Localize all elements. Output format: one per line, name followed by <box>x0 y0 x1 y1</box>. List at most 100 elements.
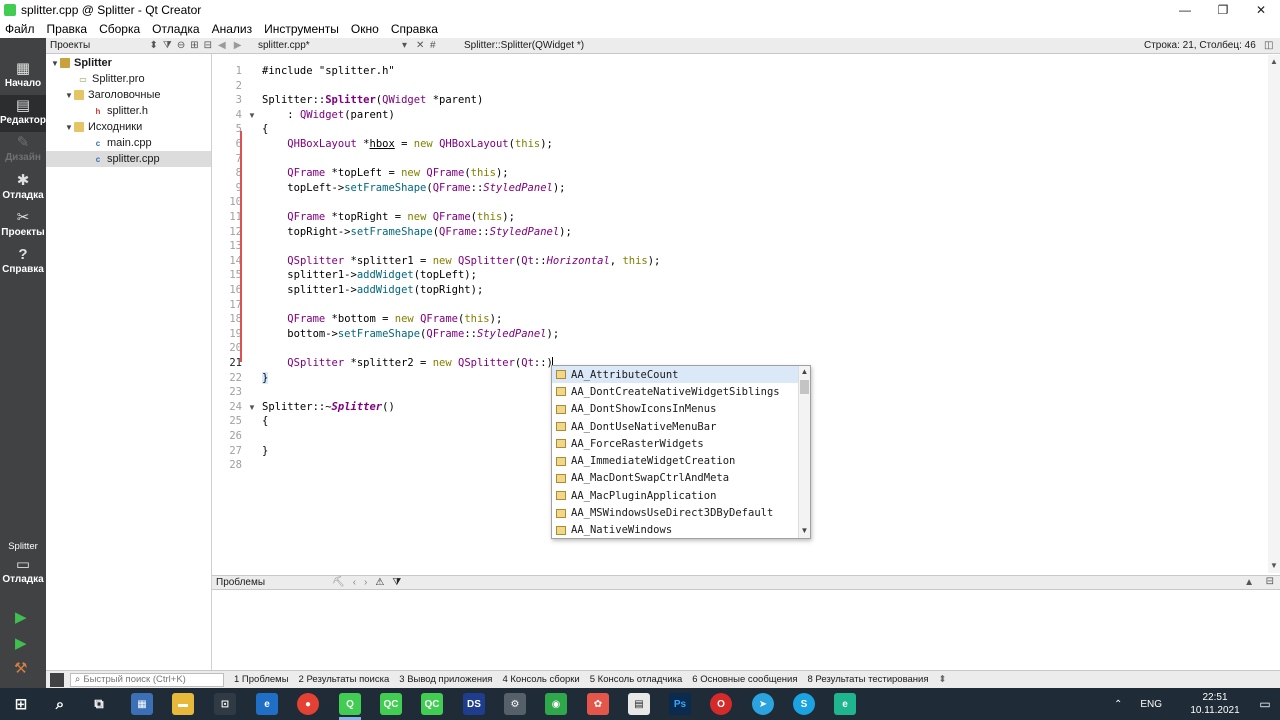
scroll-down-icon[interactable]: ▼ <box>799 526 810 535</box>
menu-debug[interactable]: Отладка <box>147 22 206 36</box>
notifications-icon[interactable]: ▭ <box>1250 697 1280 711</box>
menu-analyze[interactable]: Анализ <box>207 22 260 36</box>
next-item-icon[interactable]: › <box>364 577 367 588</box>
close-document-icon[interactable]: ✕ <box>416 40 430 51</box>
close-pane-icon[interactable]: ⊟ <box>204 40 212 51</box>
store-icon[interactable]: ⊡ <box>214 693 236 715</box>
search-icon[interactable]: ⌕ <box>49 693 71 715</box>
opera-icon[interactable]: O <box>710 693 732 715</box>
pane-test-results[interactable]: 8 Результаты тестирования <box>807 674 928 685</box>
menu-build[interactable]: Сборка <box>94 22 147 36</box>
pane-search-results[interactable]: 2 Результаты поиска <box>299 674 390 685</box>
expand-arrow-icon[interactable]: ▼ <box>50 59 60 68</box>
mode-design[interactable]: ✎ Дизайн <box>0 132 46 169</box>
tools-app-icon[interactable]: ⚙ <box>504 693 526 715</box>
menu-file[interactable]: Файл <box>0 22 42 36</box>
debug-run-icon[interactable]: ▶ <box>15 634 27 652</box>
fold-marker-icon[interactable]: ▼ <box>248 111 256 120</box>
completion-item[interactable]: AA_DontCreateNativeWidgetSiblings <box>552 383 798 400</box>
document-app-icon[interactable]: ▤ <box>628 693 650 715</box>
qt-creator-icon-3[interactable]: QC <box>421 693 443 715</box>
completion-item[interactable]: AA_AttributeCount <box>552 366 798 384</box>
scroll-thumb[interactable] <box>800 380 809 394</box>
problems-list[interactable] <box>212 590 1280 670</box>
menu-tools[interactable]: Инструменты <box>259 22 346 36</box>
windows-start-icon[interactable]: ⊞ <box>10 693 32 715</box>
editor-scrollbar[interactable]: ▲ ▼ <box>1268 55 1280 573</box>
clock[interactable]: 22:51 10.11.2021 <box>1180 691 1250 717</box>
mode-help[interactable]: ? Справка <box>0 244 46 281</box>
scroll-up-icon[interactable]: ▲ <box>799 367 810 376</box>
filter-icon[interactable]: ⧩ <box>392 577 401 588</box>
completion-scrollbar[interactable]: ▲ ▼ <box>798 366 810 538</box>
build-hammer-icon[interactable]: ⚒ <box>14 659 27 677</box>
expand-arrow-icon[interactable]: ▼ <box>64 123 74 132</box>
calculator-icon[interactable]: ▦ <box>131 693 153 715</box>
completion-item[interactable]: AA_MSWindowsUseDirect3DByDefault <box>552 504 798 521</box>
pane-application-output[interactable]: 3 Вывод приложения <box>399 674 492 685</box>
prev-item-icon[interactable]: ‹ <box>353 577 356 588</box>
tree-item-splitter-cpp[interactable]: c splitter.cpp <box>46 151 211 167</box>
scroll-up-icon[interactable]: ▲ <box>1270 57 1278 66</box>
projects-view-select[interactable]: Проекты <box>50 40 150 51</box>
pane-compile-output[interactable]: 4 Консоль сборки <box>502 674 579 685</box>
file-explorer-icon[interactable]: ▬ <box>172 693 194 715</box>
eset-icon[interactable]: e <box>834 693 856 715</box>
filter-icon[interactable]: ⧩ <box>163 40 172 51</box>
completion-item[interactable]: AA_DontUseNativeMenuBar <box>552 418 798 435</box>
tree-item-splitter-h[interactable]: h splitter.h <box>46 103 211 119</box>
menu-help[interactable]: Справка <box>386 22 445 36</box>
locator-input[interactable]: ⌕ Быстрый поиск (Ctrl+K) <box>70 672 224 687</box>
symbol-select[interactable]: Splitter::Splitter(QWidget *) <box>464 40 1144 51</box>
menu-edit[interactable]: Правка <box>42 22 95 36</box>
back-arrow-icon[interactable]: ◀ <box>218 40 226 51</box>
completion-item[interactable]: AA_ImmediateWidgetCreation <box>552 453 798 470</box>
warning-filter-icon[interactable]: ⚠ <box>375 577 384 588</box>
completion-item[interactable]: AA_DontShowIconsInMenus <box>552 401 798 418</box>
split-icon[interactable]: ⊞ <box>190 40 198 51</box>
mode-editor[interactable]: ▤ Редактор <box>0 95 46 132</box>
dropdown-icon[interactable]: ▾ <box>402 40 416 51</box>
minimize-button[interactable]: — <box>1166 0 1204 20</box>
completion-item[interactable]: AA_MacPluginApplication <box>552 487 798 504</box>
photoshop-icon[interactable]: Ps <box>669 693 691 715</box>
link-icon[interactable]: ⊖ <box>177 40 185 51</box>
scroll-down-icon[interactable]: ▼ <box>1270 561 1278 570</box>
split-editor-icon[interactable]: ◫ <box>1264 40 1278 51</box>
mode-welcome[interactable]: ▦ Начало <box>0 58 46 95</box>
close-button[interactable]: ✕ <box>1242 0 1280 20</box>
tree-item-main-cpp[interactable]: c main.cpp <box>46 135 211 151</box>
mode-projects[interactable]: ✂ Проекты <box>0 207 46 244</box>
menu-window[interactable]: Окно <box>346 22 386 36</box>
kit-selector[interactable]: Splitter ▭ Отладка <box>0 540 46 592</box>
fold-marker-icon[interactable]: ▼ <box>248 403 256 412</box>
completion-item[interactable]: AA_MacDontSwapCtrlAndMeta <box>552 470 798 487</box>
mode-debug[interactable]: ✱ Отладка <box>0 170 46 207</box>
cursor-position[interactable]: Строка: 21, Столбец: 46 <box>1144 40 1264 51</box>
toggle-sidebar-button[interactable] <box>50 672 64 687</box>
dropdown-icon[interactable]: ⬍ <box>150 40 158 51</box>
more-panes-icon[interactable]: ⬍ <box>939 674 947 685</box>
green-app-icon[interactable]: ◉ <box>545 693 567 715</box>
forward-arrow-icon[interactable]: ▶ <box>234 40 242 51</box>
task-view-icon[interactable]: ⧉ <box>88 693 110 715</box>
qt-creator-icon-2[interactable]: QC <box>380 693 402 715</box>
telegram-icon[interactable]: ➤ <box>752 693 774 715</box>
pane-debugger-console[interactable]: 5 Консоль отладчика <box>590 674 683 685</box>
completion-item[interactable]: AA_NativeWindows <box>552 522 798 539</box>
maximize-button[interactable]: ❐ <box>1204 0 1242 20</box>
ds-app-icon[interactable]: DS <box>463 693 485 715</box>
expand-arrow-icon[interactable]: ▼ <box>64 91 74 100</box>
run-icon[interactable]: ▶ <box>15 608 27 626</box>
open-documents-select[interactable]: splitter.cpp* <box>242 40 402 51</box>
tree-item-headers-folder[interactable]: ▼ Заголовочные <box>46 87 211 103</box>
tree-item-sources-folder[interactable]: ▼ Исходники <box>46 119 211 135</box>
close-pane-icon[interactable]: ⊟ <box>1266 576 1274 587</box>
chrome-icon[interactable]: ● <box>297 693 319 715</box>
build-issues-icon[interactable]: ⛏ <box>332 577 345 588</box>
tree-item-splitter-project[interactable]: ▼ Splitter <box>46 55 211 71</box>
maximize-pane-icon[interactable]: ▲ <box>1244 577 1254 588</box>
tray-expand-icon[interactable]: ⌃ <box>1114 699 1122 710</box>
completion-item[interactable]: AA_ForceRasterWidgets <box>552 435 798 452</box>
skype-icon[interactable]: S <box>793 693 815 715</box>
